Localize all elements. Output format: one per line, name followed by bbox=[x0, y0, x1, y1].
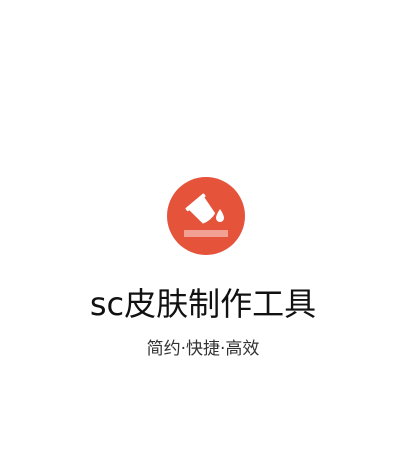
app-title: sc皮肤制作工具 bbox=[89, 285, 317, 323]
app-slogan: 简约·快捷·高效 bbox=[146, 339, 260, 359]
paint-bucket-icon bbox=[184, 193, 228, 237]
app-logo bbox=[167, 177, 245, 255]
splash-screen: sc皮肤制作工具 简约·快捷·高效 bbox=[0, 0, 406, 476]
